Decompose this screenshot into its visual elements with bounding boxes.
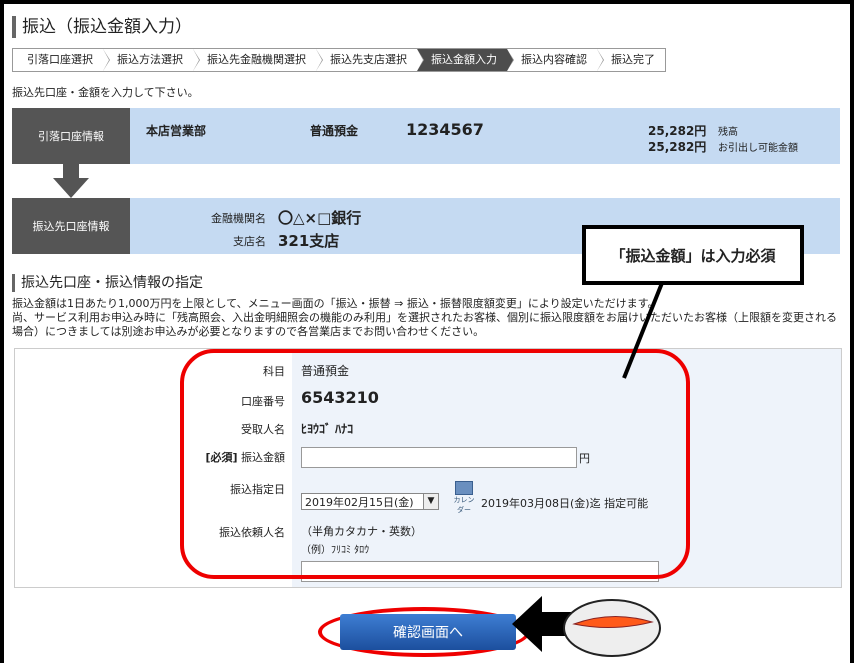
bank-name-label: 金融機関名 xyxy=(211,212,266,225)
callout-pointer xyxy=(622,277,666,379)
step-item: 振込内容確認 xyxy=(507,49,604,71)
step-indicator: 引落口座選択 振込方法選択 振込先金融機関選択 振込先支店選択 振込金額入力 振… xyxy=(12,48,666,72)
step-item: 振込先金融機関選択 xyxy=(193,49,323,71)
step-item: 振込完了 xyxy=(597,49,665,71)
source-account-band: 引落口座情報 本店営業部 普通預金 1234567 25,282円 残高 25,… xyxy=(12,108,840,164)
notes: 振込金額は1日あたり1,000万円を上限として、メニュー画面の「振込・振替 ⇒ … xyxy=(12,297,842,339)
mouse-icon xyxy=(563,599,661,657)
bank-name-value: 〇△×□銀行 xyxy=(278,209,362,227)
branch-name-label: 支店名 xyxy=(233,235,266,248)
highlight-ring xyxy=(180,349,690,579)
section-title: 振込先口座・振込情報の指定 xyxy=(12,274,203,292)
source-type: 普通預金 xyxy=(310,124,359,138)
step-item-current: 振込金額入力 xyxy=(417,49,514,71)
available-amount: 25,282円 xyxy=(648,140,707,154)
confirm-button[interactable]: 確認画面へ xyxy=(340,614,516,650)
dest-account-label: 振込先口座情報 xyxy=(12,198,130,254)
transfer-page: 振込（振込金額入力） 引落口座選択 振込方法選択 振込先金融機関選択 振込先支店… xyxy=(4,4,850,663)
step-item: 振込先支店選択 xyxy=(316,49,424,71)
available-label: お引出し可能金額 xyxy=(718,143,798,154)
instruction-text: 振込先口座・金額を入力して下さい。 xyxy=(12,86,199,99)
source-account-label: 引落口座情報 xyxy=(12,108,130,164)
arrow-down-icon xyxy=(53,164,89,198)
step-item: 引落口座選択 xyxy=(13,49,110,71)
required-callout: 「振込金額」は入力必須 xyxy=(582,225,804,285)
branch-name-value: 321支店 xyxy=(278,232,340,250)
note-line: 振込金額は1日あたり1,000万円を上限として、メニュー画面の「振込・振替 ⇒ … xyxy=(12,297,659,310)
source-branch: 本店営業部 xyxy=(146,124,207,138)
source-number: 1234567 xyxy=(406,120,484,139)
step-item: 振込方法選択 xyxy=(103,49,200,71)
balance-amount: 25,282円 xyxy=(648,124,707,138)
balance-label: 残高 xyxy=(718,127,738,138)
note-line: 尚、サービス利用お申込み時に「残高照会、入出金明細照会の機能のみ利用」を選択され… xyxy=(12,311,837,338)
page-title: 振込（振込金額入力） xyxy=(12,16,192,38)
